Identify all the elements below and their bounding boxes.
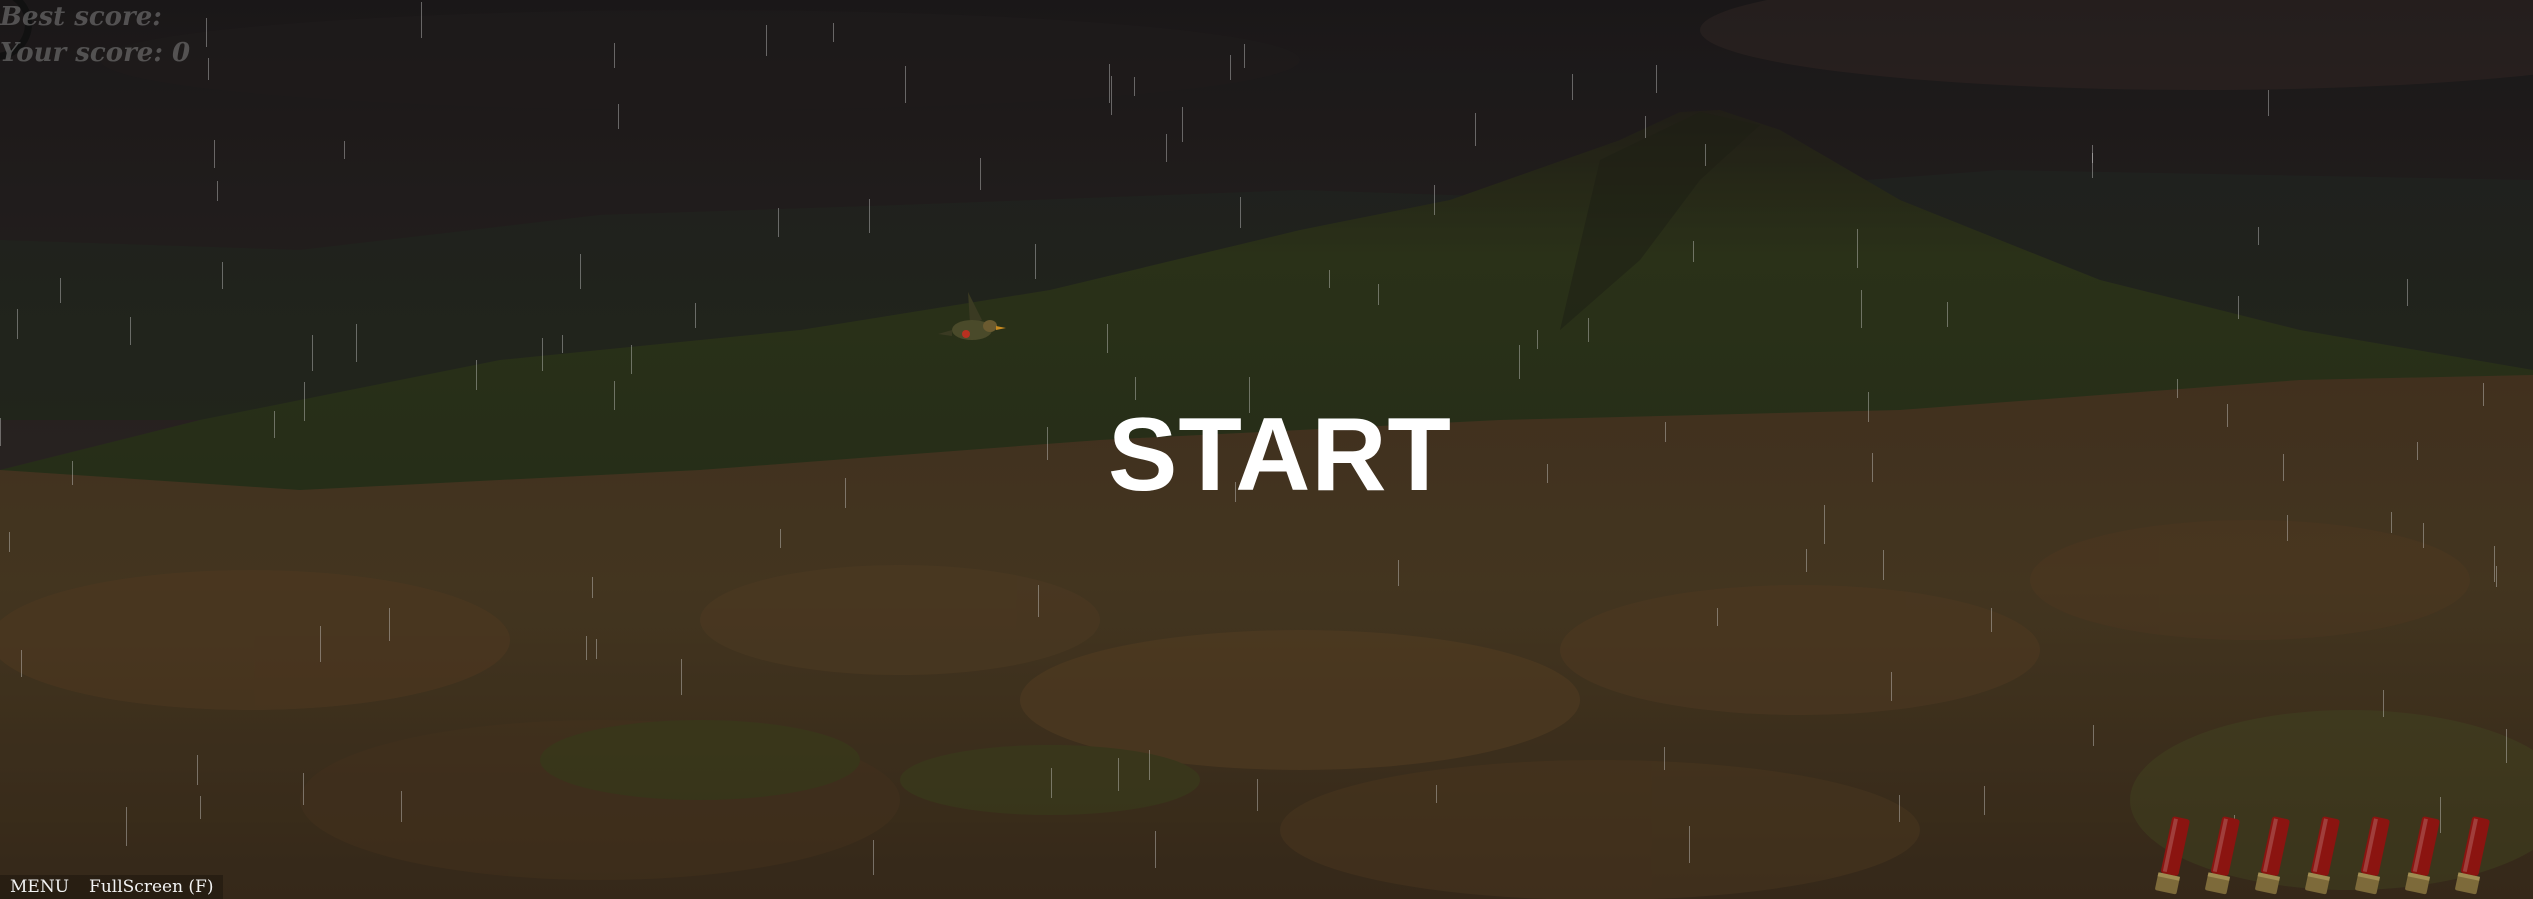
shotgun-shell-icon [2205,816,2240,895]
menu-button[interactable]: MENU [0,877,79,897]
best-score-label: Best score: [0,2,162,32]
fullscreen-button[interactable]: FullScreen (F) [79,877,223,897]
shotgun-shell-icon [2155,816,2190,895]
bottom-menu-bar: MENU FullScreen (F) [0,875,224,899]
shotgun-shell-icon [2455,816,2490,895]
ammo-counter [2151,809,2521,899]
duck-icon[interactable] [930,290,1020,370]
shotgun-shell-icon [2355,816,2390,895]
shotgun-shell-icon [2305,816,2340,895]
shotgun-shell-icon [2405,816,2440,895]
game-stage[interactable]: Best score: Your score: 0 START MENU Ful… [0,0,2533,899]
start-button[interactable]: START [1080,390,1480,520]
shotgun-shell-icon [2255,816,2290,895]
your-score-label: Your score: 0 [0,38,191,68]
